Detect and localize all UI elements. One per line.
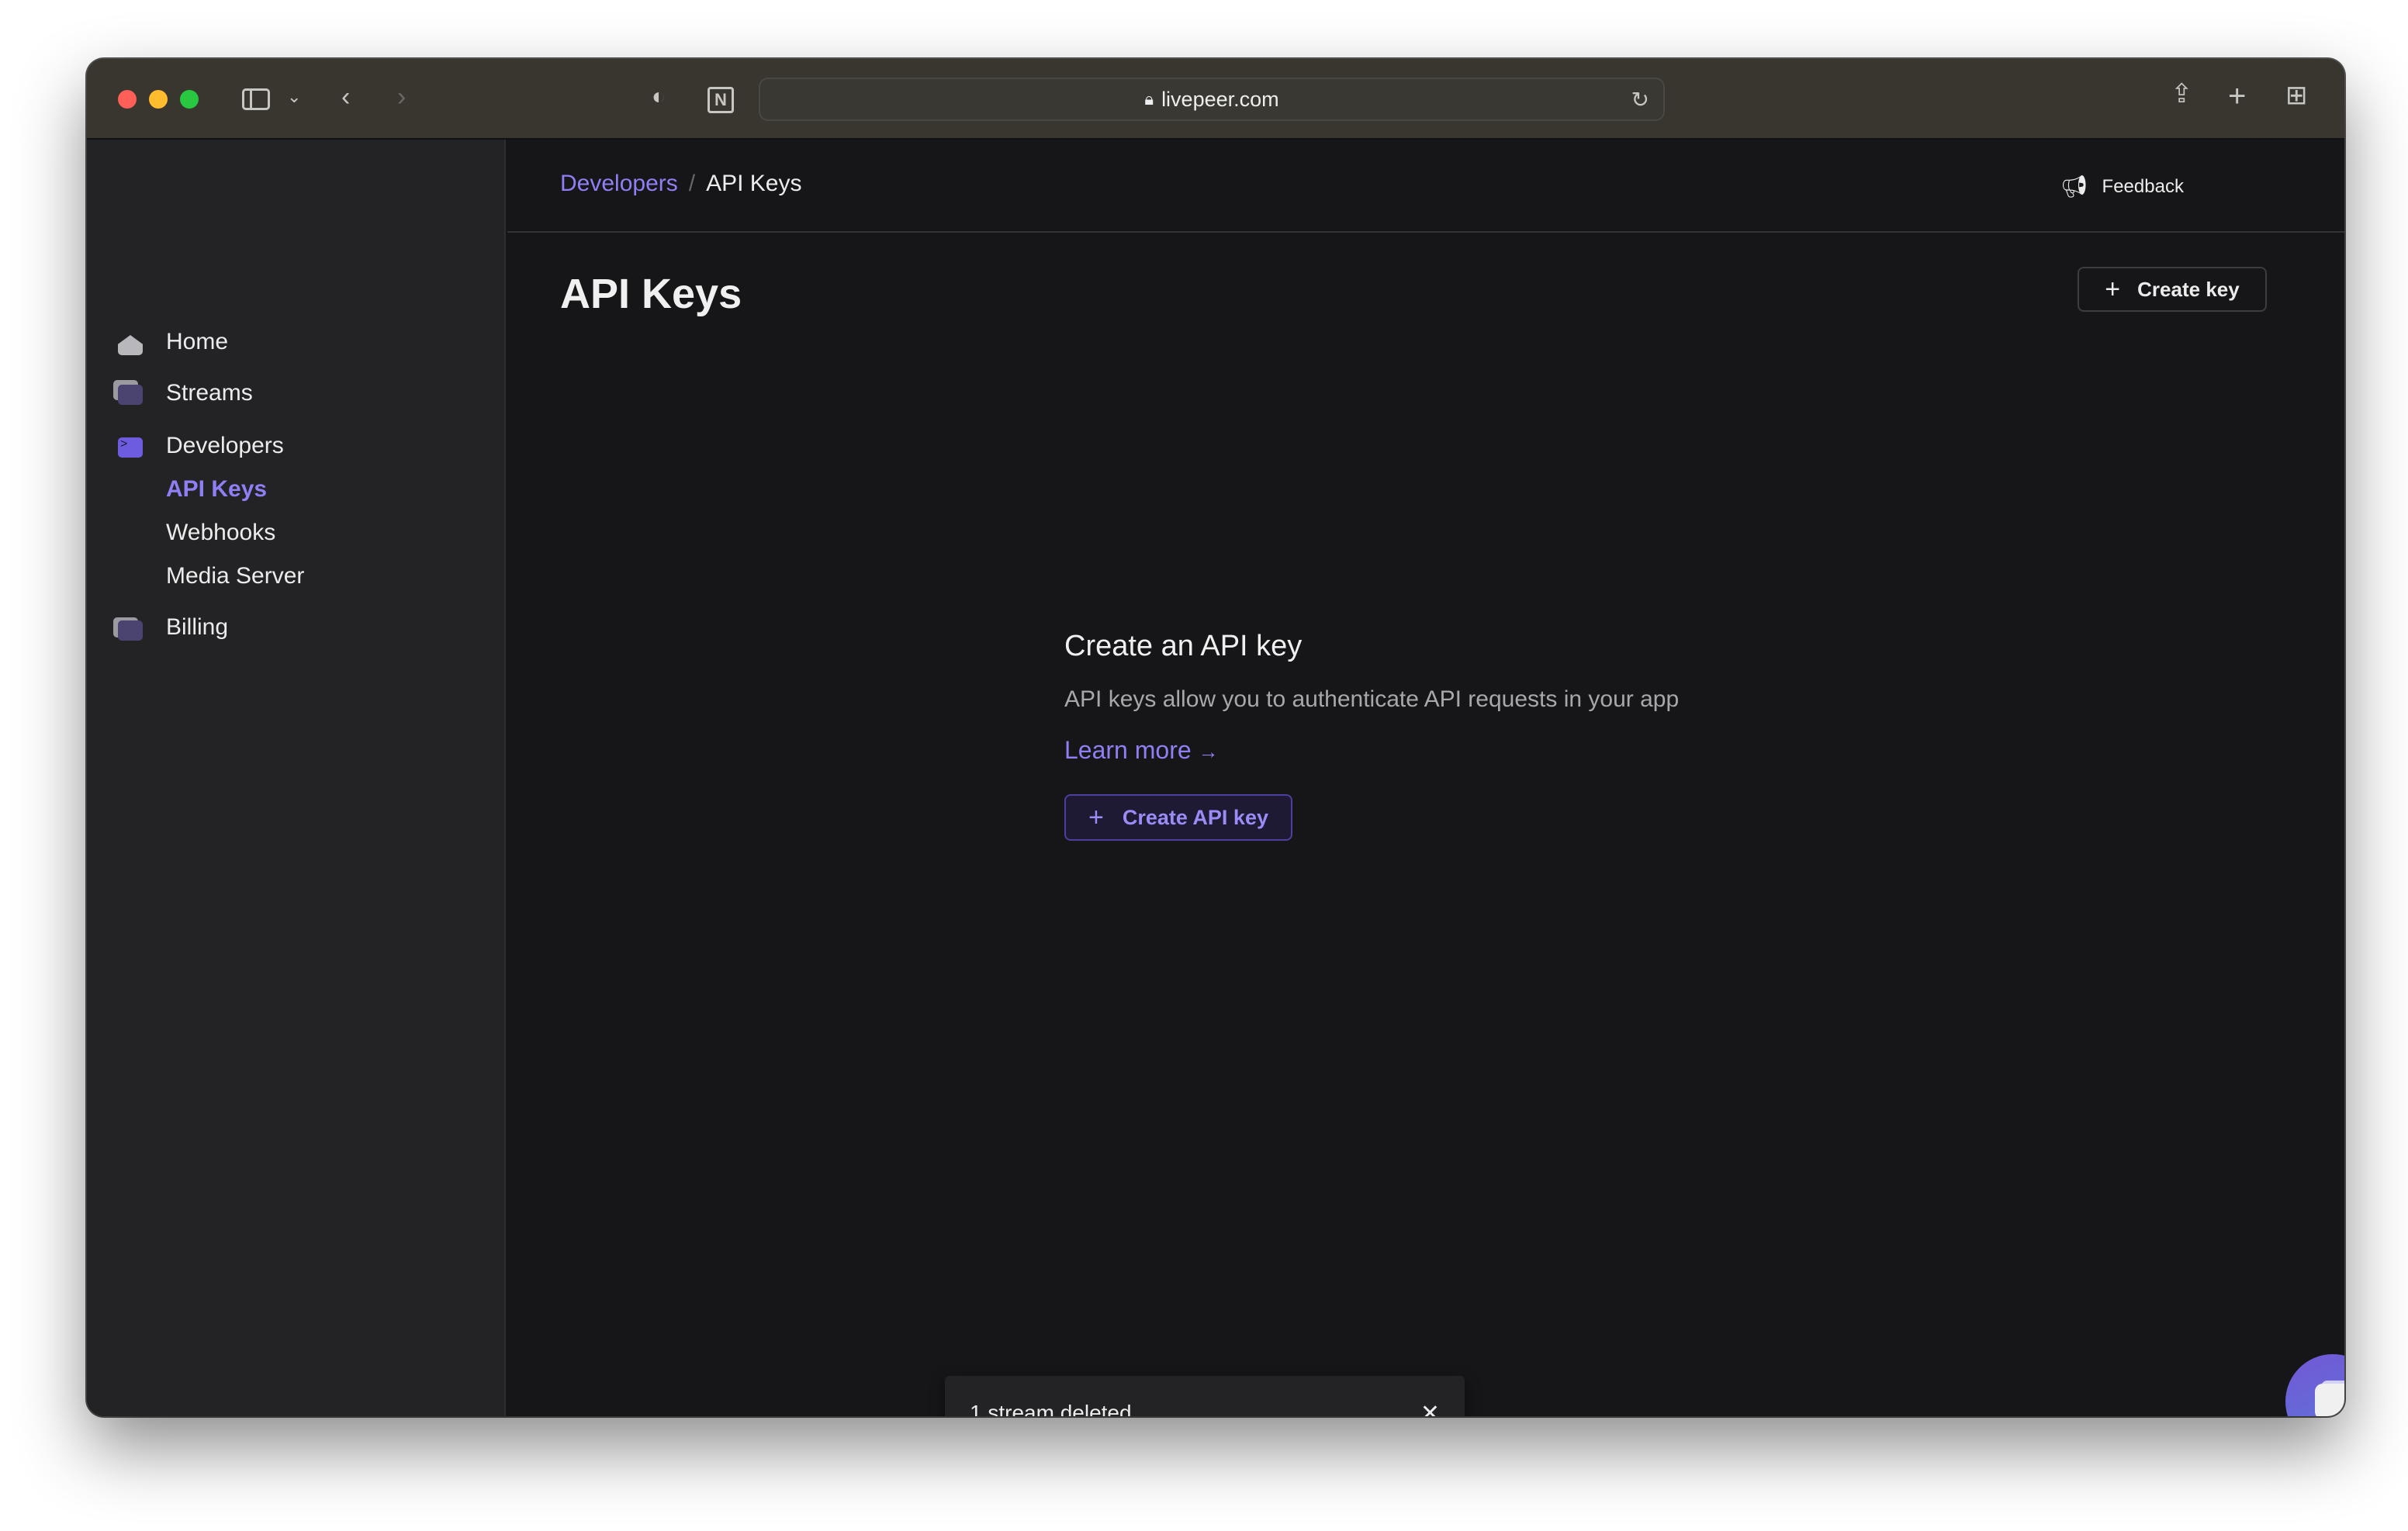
sidebar: Home Streams > Developers API Keys Webho… — [87, 140, 506, 1416]
arrow-right-icon: → — [1198, 740, 1219, 763]
chat-bubble-icon — [2315, 1384, 2344, 1416]
chat-support-button[interactable] — [2285, 1354, 2344, 1416]
tab-overview-icon[interactable]: ⊞ — [2285, 82, 2308, 109]
back-icon[interactable]: ‹ — [341, 84, 350, 110]
breadcrumb-api-keys: API Keys — [706, 171, 802, 196]
plus-icon: + — [2105, 274, 2121, 304]
share-icon[interactable]: ⇪ — [2171, 81, 2193, 107]
shield-icon[interactable]: ◐ — [652, 85, 666, 109]
sidebar-item-media-server[interactable]: Media Server — [166, 563, 304, 589]
home-icon — [118, 335, 143, 355]
empty-state-title: Create an API key — [1064, 630, 1303, 662]
close-icon[interactable]: ✕ — [1420, 1400, 1440, 1417]
plus-icon: + — [1088, 802, 1104, 832]
reload-icon[interactable]: ↻ — [1631, 87, 1649, 112]
browser-toolbar: ⌄ ‹ › ◐ N 🔒︎ livepeer.com ↻ ⇪ + ⊞ — [87, 59, 2344, 140]
main-content: Developers/API Keys 📢︎ Feedback ? API Ke… — [507, 140, 2344, 1416]
feedback-label: Feedback — [2102, 175, 2184, 197]
sidebar-item-developers[interactable]: Developers — [166, 433, 284, 459]
learn-more-link[interactable]: Learn more → — [1064, 736, 1679, 765]
breadcrumb-developers[interactable]: Developers — [560, 171, 678, 196]
empty-state-description: API keys allow you to authenticate API r… — [1064, 686, 1680, 712]
sidebar-item-billing[interactable]: Billing — [166, 614, 228, 641]
empty-state: Create an API key API keys allow you to … — [1064, 630, 1679, 841]
new-tab-icon[interactable]: + — [2228, 81, 2246, 112]
lock-icon: 🔒︎ — [1144, 89, 1154, 109]
breadcrumb: Developers / API Keys — [560, 171, 801, 197]
sidebar-item-api-keys[interactable]: API Keys — [166, 476, 267, 503]
chevron-down-icon[interactable]: ⌄ — [287, 88, 301, 105]
close-window-button[interactable] — [118, 90, 137, 109]
create-key-label: Create key — [2137, 277, 2240, 301]
forward-icon[interactable]: › — [397, 84, 406, 110]
browser-window: ⌄ ‹ › ◐ N 🔒︎ livepeer.com ↻ ⇪ + ⊞ Home S… — [87, 59, 2344, 1416]
sidebar-item-streams[interactable]: Streams — [166, 380, 253, 406]
create-api-key-button[interactable]: + Create API key — [1064, 794, 1292, 841]
toast-message: 1 stream deleted. — [970, 1401, 1138, 1416]
streams-icon — [118, 385, 143, 405]
feedback-button[interactable]: 📢︎ Feedback — [2060, 174, 2184, 199]
sidebar-toggle-button[interactable] — [242, 88, 270, 110]
terminal-icon: > — [118, 437, 143, 458]
url-text: livepeer.com — [1161, 87, 1279, 111]
breadcrumb-separator: / — [688, 171, 696, 196]
minimize-window-button[interactable] — [149, 90, 168, 109]
page-header: Developers/API Keys 📢︎ Feedback ? — [507, 140, 2344, 233]
address-bar[interactable]: 🔒︎ livepeer.com ↻ — [759, 78, 1665, 121]
learn-more-label: Learn more — [1064, 736, 1192, 764]
sidebar-item-home[interactable]: Home — [166, 329, 228, 355]
page-title: API Keys — [560, 271, 742, 317]
megaphone-icon: 📢︎ — [2060, 175, 2088, 199]
create-api-key-label: Create API key — [1122, 805, 1268, 829]
billing-icon — [118, 620, 143, 641]
create-key-button[interactable]: + Create key — [2078, 267, 2267, 312]
sidebar-item-webhooks[interactable]: Webhooks — [166, 520, 275, 546]
notion-icon[interactable]: N — [708, 87, 734, 113]
toast-notification: 1 stream deleted. ✕ — [945, 1376, 1465, 1416]
maximize-window-button[interactable] — [180, 90, 199, 109]
